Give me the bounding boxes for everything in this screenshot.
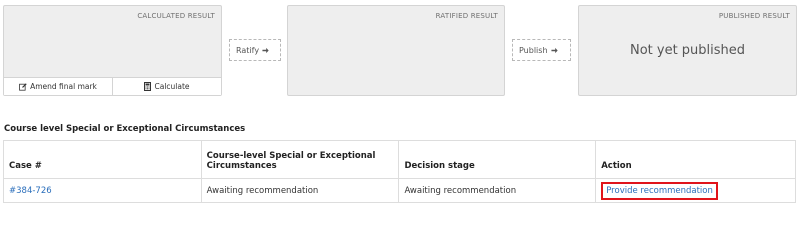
publish-label: Publish: [519, 45, 548, 55]
published-result-title: PUBLISHED RESULT: [718, 12, 790, 20]
action-cell: Provide recommendation: [595, 178, 796, 203]
ratify-label: Ratify: [236, 45, 260, 55]
calculate-label: Calculate: [154, 82, 190, 91]
action-highlight: Provide recommendation: [601, 181, 718, 200]
provide-recommendation-link[interactable]: Provide recommendation: [606, 186, 713, 196]
published-result-box: PUBLISHED RESULT Not yet published: [578, 5, 797, 96]
calculate-button[interactable]: Calculate: [112, 78, 221, 95]
table-row: #384-726 Awaiting recommendation Awaitin…: [3, 178, 796, 203]
calculator-icon: [144, 82, 152, 91]
case-number-link[interactable]: #384-726: [9, 186, 52, 196]
circumstances-cell: Awaiting recommendation: [200, 178, 400, 203]
column-header-case: Case #: [3, 140, 202, 179]
arrow-right-icon: [262, 47, 269, 54]
calculated-result-actions: Amend final mark Calculate: [4, 77, 221, 95]
amend-final-mark-label: Amend final mark: [30, 82, 97, 91]
ratified-result-title: RATIFIED RESULT: [435, 12, 498, 20]
calculated-result-box: CALCULATED RESULT Amend final mark Calcu…: [3, 5, 222, 96]
arrow-right-icon: [550, 47, 558, 54]
amend-final-mark-button[interactable]: Amend final mark: [4, 78, 112, 95]
edit-icon: [19, 82, 27, 91]
circumstances-heading: Course level Special or Exceptional Circ…: [4, 124, 246, 134]
decision-stage-cell: Awaiting recommendation: [398, 178, 597, 203]
publish-button[interactable]: Publish: [512, 39, 571, 61]
circumstances-table: Case # Course-level Special or Exception…: [3, 140, 796, 203]
column-header-circumstances: Course-level Special or Exceptional Circ…: [200, 140, 400, 179]
column-header-decision-stage: Decision stage: [398, 140, 597, 179]
ratified-result-box: RATIFIED RESULT: [287, 5, 505, 96]
publish-status: Not yet published: [629, 43, 746, 58]
ratify-button[interactable]: Ratify: [229, 39, 281, 61]
case-cell: #384-726: [3, 178, 202, 203]
results-page: CALCULATED RESULT Amend final mark Calcu…: [0, 0, 800, 209]
table-header-row: Case # Course-level Special or Exception…: [3, 140, 796, 179]
calculated-result-title: CALCULATED RESULT: [137, 12, 215, 20]
column-header-action: Action: [595, 140, 796, 179]
